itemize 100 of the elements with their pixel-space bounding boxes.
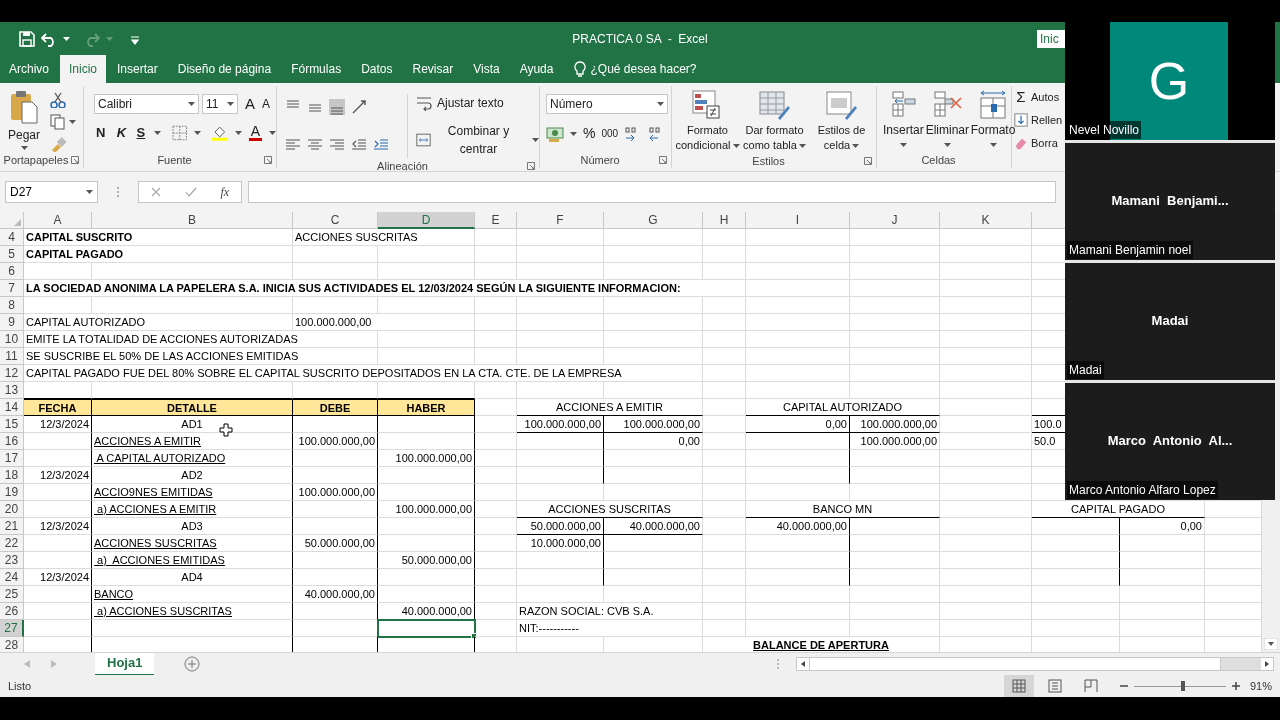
decrease-decimal-icon[interactable] [646,125,663,142]
paste-button[interactable]: Pegar [8,90,41,152]
ribbon-tab[interactable]: Datos [352,55,402,83]
dialog-launcher-icon[interactable] [264,156,272,164]
table-cell[interactable]: ACCIO9NES EMITIDAS [92,484,293,501]
font-size-field[interactable]: 11 [202,94,238,114]
text-orientation-icon[interactable] [351,99,367,115]
save-icon[interactable] [19,30,35,47]
percent-button[interactable]: % [583,123,596,144]
editing-button[interactable]: Rellen [1014,110,1065,130]
sheet-tab[interactable]: Hoja1 [95,652,155,676]
increase-indent-icon[interactable] [373,137,389,153]
row-header[interactable]: 28 [0,637,24,652]
table-cell[interactable]: AD4 [92,569,293,586]
add-sheet-icon[interactable] [184,656,201,672]
table-cell[interactable] [293,552,378,569]
table-cell[interactable]: CAPITAL SUSCRITO [24,229,293,246]
table-cell[interactable]: 100.000.000,00 [378,501,475,518]
table-cell[interactable]: ACCIONES SUSCRITAS [517,501,703,518]
zoom-slider[interactable] [1133,680,1226,692]
row-header[interactable]: 5 [0,246,24,263]
undo-icon[interactable] [41,30,57,47]
table-cell[interactable] [517,433,604,450]
table-cell[interactable] [1032,518,1120,535]
ribbon-tab[interactable]: Vista [464,55,509,83]
table-cell[interactable]: 40.000.000,00 [378,603,475,620]
slider-thumb[interactable] [1180,681,1185,691]
column-header[interactable]: J [850,212,940,229]
column-header[interactable]: K [940,212,1032,229]
wrap-text-button[interactable]: Ajustar texto [416,94,539,112]
column-header[interactable]: G [604,212,703,229]
table-cell[interactable]: 40.000.000,00 [746,518,850,535]
row-header[interactable]: 17 [0,450,24,467]
table-cell[interactable]: LA SOCIEDAD ANONIMA LA PAPELERA S.A. INICIA SUS ACTIVIDADES EL 12/03/2024 SEGÚN LA SIGUIENTE INFORMACION: [24,280,746,297]
table-cell[interactable]: CAPITAL AUTORIZADO [24,314,293,331]
table-cell[interactable] [24,484,92,501]
decrease-indent-icon[interactable] [351,137,367,153]
column-header[interactable]: D [378,212,475,229]
table-cell[interactable]: a) ACCIONES A EMITIR [92,501,293,518]
thousands-button[interactable]: 000 [601,126,619,141]
grow-font-button[interactable]: A [245,96,255,112]
table-cell[interactable] [517,552,604,569]
table-cell[interactable]: NIT:----------- [517,620,703,637]
row-header[interactable]: 25 [0,586,24,603]
borders-icon[interactable] [171,124,188,141]
table-cell[interactable] [1032,569,1120,586]
ribbon-tab[interactable]: Ayuda [510,55,563,83]
column-header[interactable]: B [92,212,293,229]
row-header[interactable]: 11 [0,348,24,365]
table-cell[interactable] [24,433,92,450]
row-header[interactable]: 26 [0,603,24,620]
table-cell[interactable]: ACCIONES A EMITIR [517,399,703,416]
enter-icon[interactable] [184,187,197,197]
row-header[interactable]: 27 [0,620,24,637]
table-cell[interactable]: 100.000.000,00 [293,433,378,450]
align-right-icon[interactable] [329,137,345,153]
cells-button[interactable]: Eliminar [925,90,970,147]
table-cell[interactable] [378,433,475,450]
row-header[interactable]: 13 [0,382,24,399]
dialog-launcher-icon[interactable] [659,156,667,164]
ribbon-tab[interactable]: Fórmulas [282,55,351,83]
row-header[interactable]: 12 [0,365,24,382]
table-cell[interactable]: CAPITAL AUTORIZADO [746,399,940,416]
table-cell[interactable] [517,467,604,484]
dialog-launcher-icon[interactable] [864,157,872,165]
column-header[interactable]: A [24,212,92,229]
cancel-icon[interactable] [150,187,161,197]
table-cell[interactable]: 0,00 [1120,518,1205,535]
table-cell[interactable] [378,467,475,484]
row-header[interactable]: 23 [0,552,24,569]
ribbon-tab[interactable]: Diseño de página [168,55,281,83]
row-header[interactable]: 15 [0,416,24,433]
table-cell[interactable] [378,484,475,501]
table-cell[interactable] [378,586,475,603]
ribbon-tab[interactable]: Revisar [403,55,463,83]
scroll-left-icon[interactable] [797,658,810,670]
table-cell[interactable] [92,620,293,637]
table-cell[interactable] [24,501,92,518]
table-cell[interactable] [378,535,475,552]
table-cell[interactable]: 12/3/2024 [24,569,92,586]
sign-in-button[interactable]: Inic [1037,29,1065,48]
table-cell[interactable] [378,569,475,586]
font-color-button[interactable]: A [248,124,262,142]
table-cell[interactable]: a) ACCIONES EMITIDAS [92,552,293,569]
zoom-level[interactable]: 91% [1249,677,1272,695]
font-name-field[interactable]: Calibri [94,94,199,114]
table-cell[interactable] [746,433,850,450]
table-cell[interactable] [1032,552,1120,569]
table-cell[interactable]: 0,00 [746,416,850,433]
table-cell[interactable] [378,416,475,433]
table-cell[interactable]: BANCO [92,586,293,603]
table-cell[interactable] [24,586,92,603]
row-header[interactable]: 4 [0,229,24,246]
column-header[interactable]: I [746,212,850,229]
table-cell[interactable] [746,569,850,586]
scroll-right-icon[interactable] [1261,658,1274,670]
column-header[interactable]: C [293,212,378,229]
table-cell[interactable] [24,450,92,467]
styles-button[interactable]: Dar formato como tabla [741,90,808,153]
table-cell[interactable] [517,450,604,467]
